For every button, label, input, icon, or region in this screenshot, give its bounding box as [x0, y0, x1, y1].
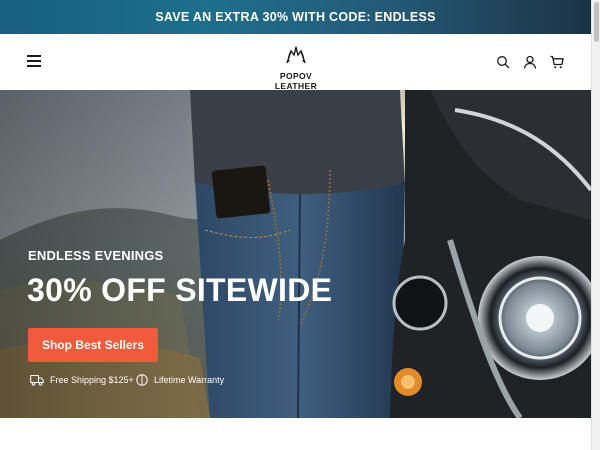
site-header: POPOV LEATHER [0, 34, 591, 91]
announcement-text: SAVE AN EXTRA 30% WITH CODE: ENDLESS [155, 10, 436, 24]
perk-free-shipping: Free Shipping $125+ [30, 374, 134, 386]
truck-icon [30, 375, 44, 386]
account-icon[interactable] [523, 55, 537, 69]
perk-lifetime-warranty-label: Lifetime Warranty [154, 375, 225, 385]
scrollbar-thumb[interactable] [594, 2, 599, 42]
hero-eyebrow: ENDLESS EVENINGS [28, 248, 164, 263]
cart-icon[interactable] [550, 55, 564, 69]
hero-headline: 30% OFF SITEWIDE [27, 272, 333, 308]
logo-text: POPOV LEATHER [274, 71, 318, 91]
perk-free-shipping-label: Free Shipping $125+ [50, 375, 134, 385]
hero-banner: ENDLESS EVENINGS 30% OFF SITEWIDE Shop B… [0, 90, 591, 418]
menu-icon[interactable] [27, 55, 41, 67]
shield-icon [136, 374, 148, 386]
logo-emblem-icon [286, 45, 306, 64]
search-icon[interactable] [496, 55, 510, 69]
header-actions [496, 55, 564, 69]
page-scrollbar[interactable] [591, 0, 600, 450]
announcement-bar: SAVE AN EXTRA 30% WITH CODE: ENDLESS [0, 0, 591, 34]
perk-lifetime-warranty: Lifetime Warranty [136, 374, 224, 386]
logo[interactable]: POPOV LEATHER [260, 45, 332, 91]
shop-best-sellers-button[interactable]: Shop Best Sellers [28, 328, 158, 362]
